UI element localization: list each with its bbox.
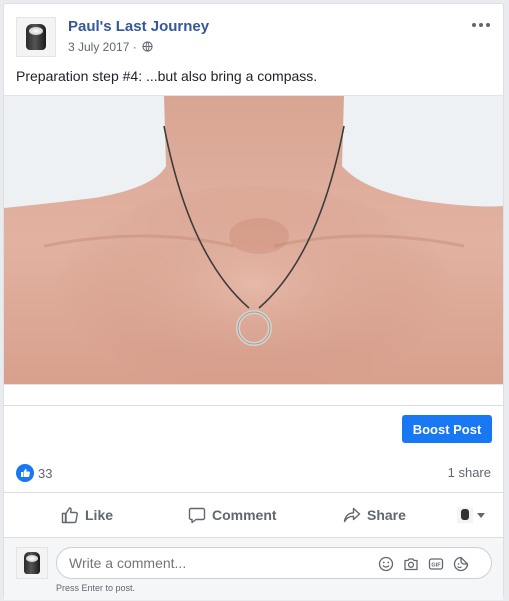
action-bar: Like Comment Share: [4, 498, 503, 532]
divider: [4, 405, 503, 406]
sticker-icon[interactable]: [452, 555, 469, 572]
post-date[interactable]: 3 July 2017 ·: [68, 40, 137, 54]
photo-necklace-image: [4, 96, 503, 384]
gif-icon[interactable]: GIF: [427, 555, 444, 572]
share-count[interactable]: 1 share: [448, 465, 491, 480]
like-button[interactable]: Like: [61, 498, 113, 532]
comment-icon: [188, 507, 206, 524]
like-icon: [61, 507, 78, 524]
svg-text:GIF: GIF: [431, 562, 441, 568]
emoji-icon[interactable]: [377, 555, 394, 572]
divider: [4, 492, 503, 493]
like-count: 33: [38, 465, 53, 481]
comment-tools: GIF: [377, 555, 469, 572]
chevron-down-icon: [477, 512, 485, 518]
post-meta: 3 July 2017 ·: [68, 40, 153, 54]
share-icon: [343, 507, 361, 523]
share-button[interactable]: Share: [343, 498, 406, 532]
camera-icon[interactable]: [402, 555, 419, 572]
globe-icon: [142, 41, 153, 52]
comment-button[interactable]: Comment: [188, 498, 277, 532]
comment-hint: Press Enter to post.: [56, 583, 136, 593]
post-photo[interactable]: [4, 95, 503, 385]
more-icon[interactable]: [471, 16, 491, 32]
like-label: Like: [85, 507, 114, 523]
post-as-selector[interactable]: [457, 498, 485, 532]
commenter-avatar: [16, 547, 48, 579]
page-mini-avatar: [457, 507, 473, 523]
post-text: Preparation step #4: ...but also bring a…: [16, 68, 318, 84]
reactions-summary[interactable]: 33: [16, 464, 52, 482]
page-avatar[interactable]: [16, 17, 56, 57]
post-card: Paul's Last Journey 3 July 2017 · Prepar…: [3, 3, 504, 600]
comment-label: Comment: [212, 507, 277, 523]
post-header: Paul's Last Journey 3 July 2017 ·: [16, 14, 491, 60]
share-label: Share: [367, 507, 406, 523]
boost-post-button[interactable]: Boost Post: [402, 415, 492, 443]
like-reaction-icon: [16, 464, 34, 482]
page-name-link[interactable]: Paul's Last Journey: [68, 18, 209, 35]
comment-composer: GIF Press Enter to post.: [4, 537, 503, 600]
